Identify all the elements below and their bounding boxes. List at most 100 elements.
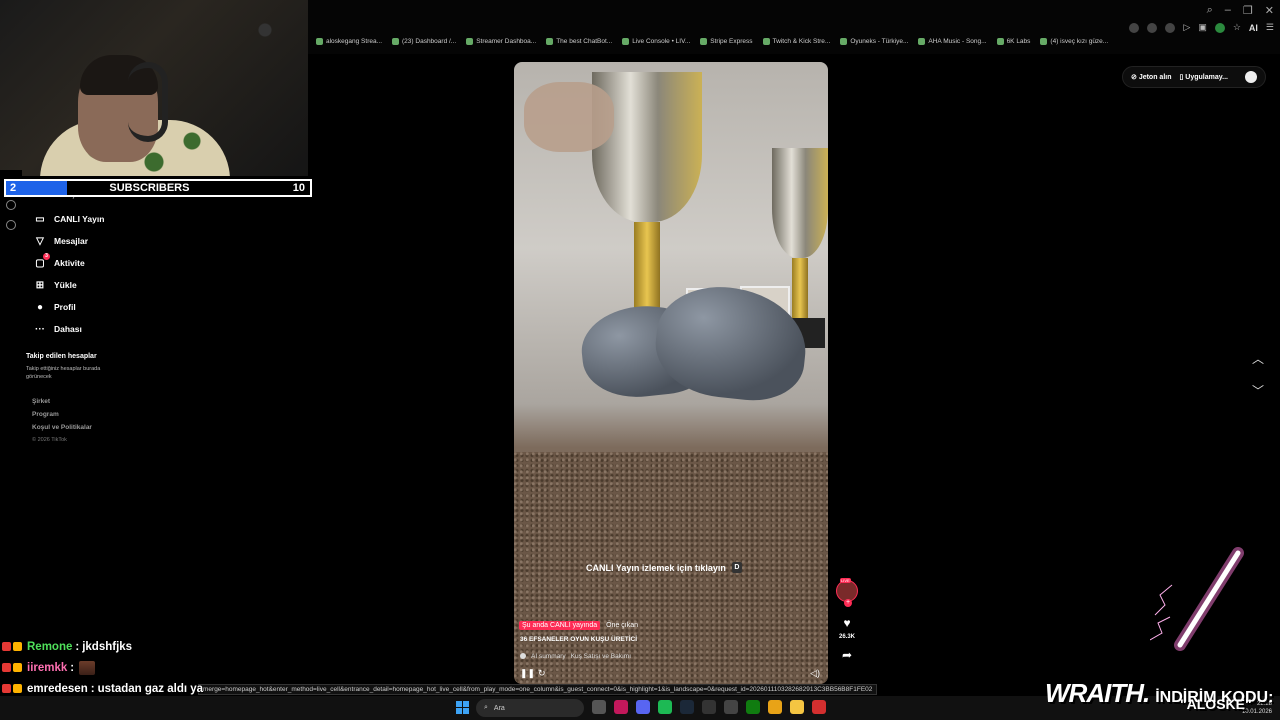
subscriber-label: SUBSCRIBERS <box>109 182 190 194</box>
bookmark-label: 6K Labs <box>1006 38 1031 45</box>
upload-icon: ⊞ <box>35 279 45 291</box>
obs-icon[interactable] <box>812 700 826 714</box>
sidebar-item-label: Dahası <box>54 324 82 334</box>
close-icon[interactable]: ✕ <box>1265 4 1274 17</box>
chevron-up-icon[interactable]: ︿ <box>1252 350 1264 367</box>
extension-icon[interactable] <box>1129 22 1140 33</box>
chat-badge-icon <box>2 663 11 672</box>
bookmark-item[interactable]: (23) Dashboard /... <box>392 38 456 45</box>
bookmark-favicon-icon <box>700 38 708 45</box>
webcam-feed <box>0 0 308 176</box>
search-icon[interactable]: ⌕ <box>1207 4 1213 17</box>
bookmark-item[interactable]: 6K Labs <box>996 38 1031 45</box>
creator-avatar[interactable]: LIVE + <box>836 578 858 607</box>
star-icon[interactable]: ☆ <box>1233 22 1241 33</box>
refresh-icon[interactable]: ↻ <box>538 668 546 679</box>
bookmark-item[interactable]: Streamer Dashboa... <box>466 38 536 45</box>
bookmark-favicon-icon <box>392 38 400 45</box>
like-count: 26.3K <box>838 634 855 640</box>
sidebar-item-upload[interactable]: ⊞ Yükle <box>34 274 104 296</box>
instagram-icon[interactable] <box>614 700 628 714</box>
footer-link-program[interactable]: Program <box>32 411 92 424</box>
share-icon[interactable]: ➦ <box>836 648 858 662</box>
footer-links: Şirket Program Koşul ve Politikalar © 20… <box>32 398 92 450</box>
notification-badge: 3 <box>43 253 50 260</box>
sidebar-item-messages[interactable]: ▽ Mesajlar <box>34 230 104 252</box>
following-description: Takip ettiğiniz hesaplar burada görünece… <box>26 366 101 380</box>
bookmark-item[interactable]: Stripe Express <box>700 38 753 45</box>
bookmark-item[interactable]: Oyuneks - Türkiye... <box>840 38 908 45</box>
video-player[interactable] <box>514 62 828 684</box>
bookmark-item[interactable]: (4) isveç kızı güze... <box>1040 38 1108 45</box>
bookmark-favicon-icon <box>466 38 474 45</box>
bookmark-item[interactable]: Twitch & Kick Stre... <box>762 38 830 45</box>
sidebar-item-label: CANLI Yayın <box>54 214 105 224</box>
heart-icon[interactable]: ♥ <box>836 616 858 630</box>
video-tags: Şu anda CANLI yayında Öne çıkan <box>519 621 638 630</box>
chevron-down-icon[interactable]: ﹀ <box>1252 382 1264 399</box>
steam-icon[interactable] <box>680 700 694 714</box>
discord-icon[interactable] <box>636 700 650 714</box>
avatar[interactable] <box>1245 71 1257 83</box>
shield-icon[interactable] <box>1165 22 1176 33</box>
get-app-button[interactable]: ▯ Uygulamay... <box>1180 73 1228 81</box>
ai-summary-icon <box>520 653 526 659</box>
chrome-icon[interactable] <box>768 700 782 714</box>
restore-icon[interactable]: ❐ <box>1243 4 1253 17</box>
epic-icon[interactable] <box>702 700 716 714</box>
bookmark-favicon-icon <box>918 38 926 45</box>
chat-text: jkdshfjks <box>82 640 133 653</box>
chat-badge-icon <box>2 684 11 693</box>
play-icon[interactable]: ▷ <box>1183 22 1190 33</box>
footer-link-terms[interactable]: Koşul ve Politikalar <box>32 424 92 437</box>
sidebar-item-live[interactable]: ▭ CANLI Yayın <box>34 208 104 230</box>
sidebar-nav: ▭ CANLI Yayın ▽ Mesajlar ▢ 3 Aktivite ⊞ Y… <box>34 208 104 340</box>
live-badge: LIVE <box>840 578 851 583</box>
xbox-icon[interactable] <box>746 700 760 714</box>
live-prompt[interactable]: CANLI Yayın izlemek için tıklayın D <box>586 562 742 573</box>
ai-summary-row[interactable]: AI summary Kuş Satışı ve Bakımı <box>520 653 631 660</box>
get-coins-button[interactable]: ⊘ Jeton alın <box>1131 73 1172 81</box>
bookmark-item[interactable]: Live Console • LIV... <box>622 38 690 45</box>
pause-icon[interactable]: ❚❚ <box>520 668 535 679</box>
windows-start-icon[interactable] <box>456 701 469 714</box>
activity-icon: ▢ 3 <box>34 253 50 269</box>
bookmarks-bar: aloskegang Strea... (23) Dashboard /... St… <box>316 38 1108 45</box>
sidebar-item-more[interactable]: ··· Dahası <box>34 318 104 340</box>
spotify-icon[interactable] <box>658 700 672 714</box>
rail-settings-icon[interactable] <box>6 220 16 230</box>
menu-icon[interactable]: ☰ <box>1266 22 1274 33</box>
subscriber-goal-bar: 2 SUBSCRIBERS 10 <box>4 179 312 197</box>
extension-toolbar: ▷ ▣ ☆ AI ☰ <box>1129 22 1274 33</box>
extension-icon[interactable] <box>1147 22 1158 33</box>
profile-icon[interactable] <box>1214 22 1225 33</box>
live-icon: ▭ <box>35 213 45 225</box>
footer-link-company[interactable]: Şirket <box>32 398 92 411</box>
bookmark-item[interactable]: AHA Music - Song... <box>918 38 987 45</box>
chat-badge-icon <box>13 663 22 672</box>
live-now-pill[interactable]: Şu anda CANLI yayında <box>519 621 601 630</box>
search-icon: ⌕ <box>484 704 488 711</box>
camera-icon[interactable]: ▣ <box>1198 22 1207 33</box>
task-view-icon[interactable] <box>592 700 606 714</box>
keyboard-shortcut: D <box>731 562 742 573</box>
sidebar-item-profile[interactable]: ● Profil <box>34 296 104 318</box>
ai-button[interactable]: AI <box>1249 23 1258 33</box>
bookmark-label: Streamer Dashboa... <box>476 38 537 45</box>
video-title: 36 EFSANELER OYUN KUŞU ÜRETİCİ <box>520 636 638 643</box>
bookmark-label: Oyuneks - Türkiye... <box>850 38 909 45</box>
sidebar-item-label: Mesajlar <box>54 236 89 246</box>
rail-home-icon[interactable] <box>6 200 16 210</box>
volume-icon[interactable]: ◁) <box>810 668 820 679</box>
minimize-icon[interactable]: – <box>1225 4 1231 17</box>
sidebar-item-activity[interactable]: ▢ 3 Aktivite <box>34 252 104 274</box>
follow-plus-icon[interactable]: + <box>844 599 852 607</box>
app-icon[interactable] <box>724 700 738 714</box>
folder-icon[interactable] <box>790 700 804 714</box>
bookmark-item[interactable]: aloskegang Strea... <box>316 38 382 45</box>
bookmark-item[interactable]: The best ChatBot... <box>546 38 612 45</box>
more-icon: ··· <box>35 323 45 335</box>
taskbar-search-placeholder: Ara <box>493 704 505 712</box>
taskbar-search[interactable]: ⌕ Ara <box>476 699 584 717</box>
chat-separator: : <box>90 682 95 695</box>
